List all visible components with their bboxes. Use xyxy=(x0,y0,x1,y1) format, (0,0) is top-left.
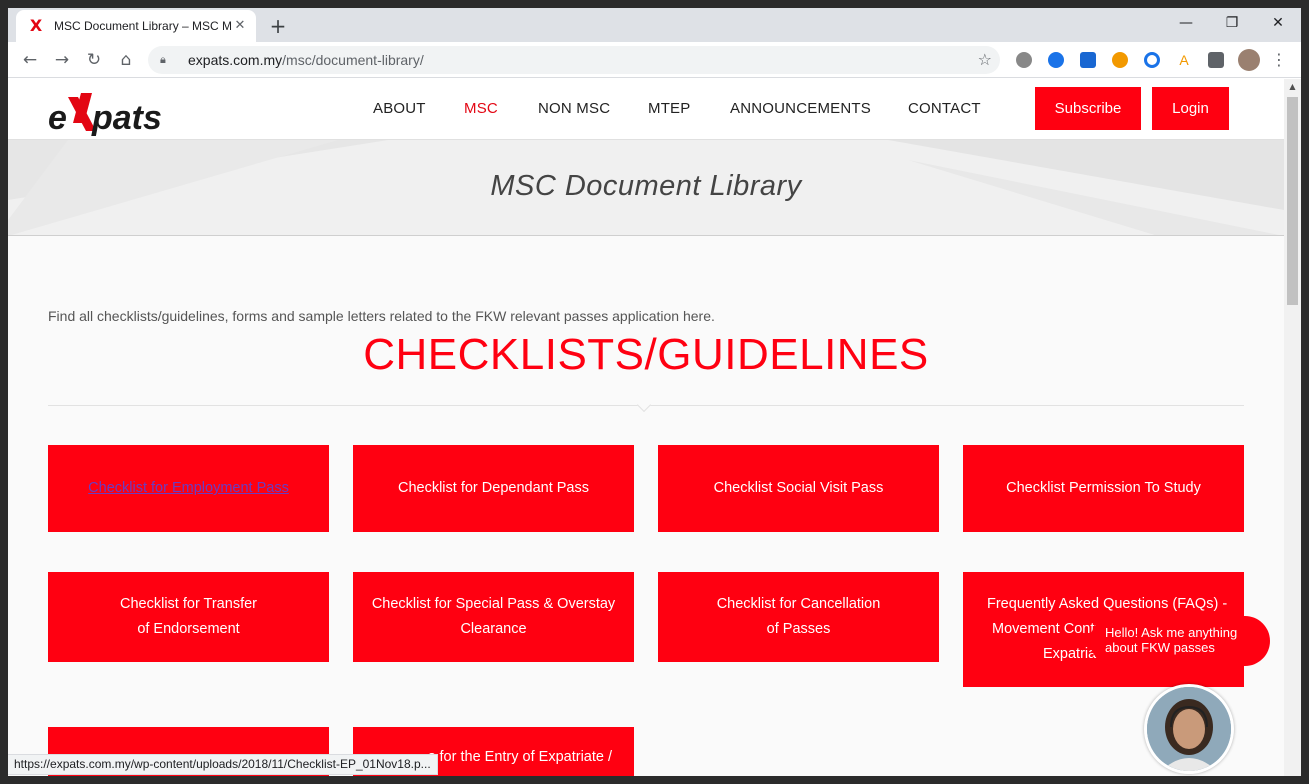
minimize-button[interactable]: — xyxy=(1163,8,1209,38)
reload-icon[interactable]: ↻ xyxy=(81,47,107,73)
expats-logo[interactable]: e pats xyxy=(48,89,193,139)
nav-msc[interactable]: MSC xyxy=(464,100,498,117)
card-dependant-pass[interactable]: Checklist for Dependant Pass xyxy=(353,445,634,532)
active-tab[interactable]: X MSC Document Library – MSC M ✕ xyxy=(16,10,256,42)
subscribe-button[interactable]: Subscribe xyxy=(1035,87,1141,130)
agent-portrait xyxy=(1147,687,1231,771)
lock-icon: 🔒︎ xyxy=(160,53,166,66)
extensions-puzzle-icon[interactable] xyxy=(1208,52,1224,68)
nav-mtep[interactable]: MTEP xyxy=(648,100,690,117)
close-window-button[interactable]: ✕ xyxy=(1255,8,1301,38)
url-path: /msc/document-library/ xyxy=(282,52,424,68)
chat-line1: Hello! Ask me anything xyxy=(1105,625,1238,640)
chat-agent-avatar[interactable] xyxy=(1144,684,1234,774)
nav-announcements[interactable]: ANNOUNCEMENTS xyxy=(730,100,871,117)
profile-avatar[interactable] xyxy=(1238,49,1260,71)
address-bar[interactable]: 🔒︎ expats.com.my/msc/document-library/ ☆ xyxy=(148,46,1000,74)
card-label-line2: Clearance xyxy=(460,621,527,637)
card-label: Checklist for Dependant Pass xyxy=(397,480,589,496)
chat-bubble[interactable]: Hello! Ask me anything about FKW passes xyxy=(1090,616,1270,666)
card-employment-pass[interactable]: Checklist for Employment Pass xyxy=(48,445,329,532)
card-label-line1: Checklist for Special Pass & Overstay xyxy=(371,596,616,612)
divider-notch xyxy=(636,397,652,413)
bookmark-star-icon[interactable]: ☆ xyxy=(978,50,992,69)
nav-about[interactable]: ABOUT xyxy=(373,100,426,117)
extension-gray-icon[interactable] xyxy=(1016,52,1032,68)
forward-arrow-icon[interactable]: → xyxy=(49,47,75,73)
maximize-button[interactable]: ❐ xyxy=(1209,8,1255,38)
svg-text:e: e xyxy=(48,99,67,137)
page-banner: MSC Document Library xyxy=(8,140,1284,236)
card-label: Checklist Social Visit Pass xyxy=(713,480,884,496)
extension-orange-icon[interactable] xyxy=(1112,52,1128,68)
url-host: expats.com.my xyxy=(188,52,283,68)
card-label: s for the Entry of Expatriate / xyxy=(428,749,612,765)
nav-contact[interactable]: CONTACT xyxy=(908,100,981,117)
card-cancellation[interactable]: Checklist for Cancellation of Passes xyxy=(658,572,939,662)
card-social-visit-pass[interactable]: Checklist Social Visit Pass xyxy=(658,445,939,532)
card-label-line1: Frequently Asked Questions (FAQs) - xyxy=(987,596,1228,612)
svg-text:pats: pats xyxy=(91,99,162,137)
title-bar: X MSC Document Library – MSC M ✕ + — ❐ ✕ xyxy=(8,8,1301,42)
browser-window: X MSC Document Library – MSC M ✕ + — ❐ ✕… xyxy=(8,8,1301,776)
menu-kebab-icon[interactable]: ⋮ xyxy=(1266,47,1292,73)
intro-text: Find all checklists/guidelines, forms an… xyxy=(48,308,715,324)
home-icon[interactable]: ⌂ xyxy=(113,47,139,73)
card-label[interactable]: Checklist for Employment Pass xyxy=(88,476,289,501)
chat-line2: about FKW passes xyxy=(1105,640,1215,655)
page-title: MSC Document Library xyxy=(490,170,802,202)
card-label-line1: Checklist for Cancellation xyxy=(716,596,881,612)
login-button[interactable]: Login xyxy=(1152,87,1229,130)
card-label-line2: of Passes xyxy=(766,621,831,637)
new-tab-button[interactable]: + xyxy=(266,14,290,38)
card-permission-to-study[interactable]: Checklist Permission To Study xyxy=(963,445,1244,532)
card-special-pass[interactable]: Checklist for Special Pass & Overstay Cle… xyxy=(353,572,634,662)
nav-non-msc[interactable]: NON MSC xyxy=(538,100,610,117)
tab-close-icon[interactable]: ✕ xyxy=(232,18,248,34)
card-label-line2: of Endorsement xyxy=(137,621,240,637)
extension-search-icon[interactable] xyxy=(1048,52,1064,68)
site-header: e pats ABOUT MSC NON MSC MTEP ANNOUNCEME… xyxy=(8,79,1284,140)
card-label: Checklist Permission To Study xyxy=(1006,480,1201,496)
tab-title: MSC Document Library – MSC M xyxy=(54,19,232,33)
back-arrow-icon[interactable]: ← xyxy=(17,47,43,73)
page-viewport: e pats ABOUT MSC NON MSC MTEP ANNOUNCEME… xyxy=(8,79,1284,776)
card-transfer-endorsement[interactable]: Checklist for Transfer of Endorsement xyxy=(48,572,329,662)
scrollbar-thumb[interactable] xyxy=(1287,97,1298,305)
card-label-line1: Checklist for Transfer xyxy=(120,596,257,612)
page-scrollbar[interactable]: ▲ xyxy=(1284,79,1301,776)
link-status-bar: https://expats.com.my/wp-content/uploads… xyxy=(8,754,438,775)
expats-favicon-icon: X xyxy=(29,16,43,35)
browser-toolbar: ← → ↻ ⌂ 🔒︎ expats.com.my/msc/document-li… xyxy=(8,42,1301,78)
scroll-up-arrow-icon[interactable]: ▲ xyxy=(1284,79,1301,95)
extension-ring-icon[interactable] xyxy=(1144,52,1160,68)
section-heading: CHECKLISTS/GUIDELINES xyxy=(363,330,929,379)
extension-a-icon[interactable]: A xyxy=(1176,52,1192,68)
extension-bookmark-icon[interactable] xyxy=(1080,52,1096,68)
